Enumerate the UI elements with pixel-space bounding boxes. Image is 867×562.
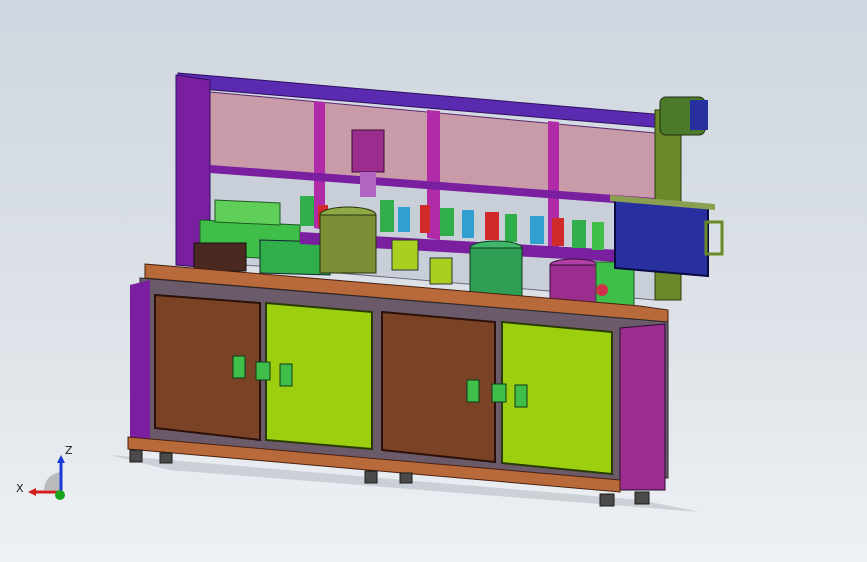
motor-top xyxy=(351,129,385,173)
small-feeder-2 xyxy=(429,257,453,285)
cabinet-left-side xyxy=(130,280,150,445)
control-box xyxy=(614,196,709,278)
motor-top-shaft xyxy=(360,172,376,197)
dark-box xyxy=(193,242,247,272)
graphics-viewport[interactable]: X Z xyxy=(0,0,867,562)
z-axis-arrow xyxy=(57,455,65,463)
mechanism-block xyxy=(214,199,281,226)
x-axis-arrow xyxy=(28,488,36,496)
red-indicator xyxy=(596,284,608,296)
z-axis-label: Z xyxy=(65,444,73,457)
machine-3d-model[interactable] xyxy=(0,0,867,562)
small-feeder-1 xyxy=(391,239,419,271)
y-axis-dot xyxy=(55,490,65,500)
orientation-triad: X Z xyxy=(16,444,73,500)
x-axis-label: X xyxy=(16,482,24,495)
duct-head-cap xyxy=(690,100,708,130)
olive-feeder-body xyxy=(319,214,377,274)
cabinet-right-side xyxy=(619,323,666,491)
